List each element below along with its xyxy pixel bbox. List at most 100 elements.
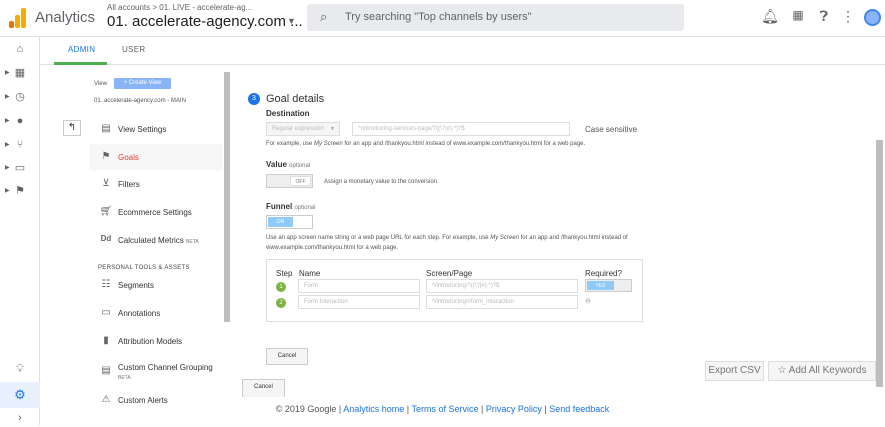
- flag-icon: ⚑: [101, 151, 111, 162]
- sidebar-item-label: Attribution Models: [118, 337, 183, 346]
- dd-icon: Dd: [100, 234, 112, 243]
- bell-icon[interactable]: 🔔︎: [761, 8, 779, 25]
- help-icon[interactable]: ❓︎: [815, 8, 833, 25]
- funnel-toggle[interactable]: ON: [266, 215, 313, 229]
- sidebar-item-filters[interactable]: ⊻ Filters: [90, 171, 222, 197]
- sidebar-item-label: Custom Channel Grouping: [118, 363, 213, 372]
- footer-link-feedback[interactable]: Send feedback: [549, 404, 609, 414]
- search-bar[interactable]: ⌕ Try searching "Top channels by users": [307, 4, 684, 31]
- clock-icon[interactable]: ▶ ◷: [5, 88, 32, 106]
- lightbulb-icon[interactable]: 💡︎: [8, 360, 32, 378]
- sidebar-scrollbar[interactable]: [224, 72, 230, 322]
- account-avatar[interactable]: [864, 9, 881, 26]
- match-type-select[interactable]: Regular expression ▼: [266, 122, 340, 136]
- account-selector[interactable]: 01. accelerate-agency.com ...: [107, 13, 303, 30]
- more-vert-icon[interactable]: ⋮: [839, 8, 857, 25]
- add-all-keywords-button[interactable]: ☆ Add All Keywords: [768, 361, 876, 381]
- create-view-button[interactable]: + Create View: [114, 78, 171, 89]
- sidebar-item-label: View Settings: [118, 125, 167, 134]
- footer: © 2019 Google | Analytics home | Terms o…: [275, 404, 610, 414]
- column-header-screen: Screen/Page: [426, 269, 473, 278]
- cancel-goal-details-button[interactable]: Cancel: [266, 348, 308, 365]
- home-icon[interactable]: ⌂: [8, 40, 32, 58]
- required-toggle[interactable]: YES: [585, 279, 632, 292]
- funnel-step-screen-input[interactable]: ^/introducing/#form_interaction: [426, 295, 578, 309]
- sidebar-item-label: Goals: [118, 153, 139, 162]
- behavior-icon[interactable]: ▶ ▭: [5, 159, 32, 177]
- destination-input[interactable]: ^/introducing-services-page/?((\?|#).*)?…: [352, 122, 570, 136]
- document-icon: ▤: [101, 123, 111, 134]
- caret-down-icon[interactable]: ▼: [287, 16, 296, 26]
- sidebar-item-ecommerce[interactable]: 🛒︎ Ecommerce Settings: [90, 199, 222, 225]
- funnel-step-number: 1: [276, 282, 286, 292]
- cart-icon: 🛒︎: [99, 206, 113, 217]
- acquisition-icon[interactable]: ▶ ⑂: [5, 136, 32, 154]
- filter-icon: ⊻: [102, 178, 110, 189]
- annotation-icon: ▭: [101, 307, 111, 318]
- back-arrow-icon[interactable]: ↰: [63, 120, 81, 136]
- case-sensitive-label[interactable]: Case sensitive: [585, 125, 637, 134]
- value-toggle[interactable]: OFF: [266, 174, 313, 188]
- toggle-state: OFF: [290, 176, 311, 186]
- sidebar-item-custom-alerts[interactable]: ⚠ Custom Alerts: [90, 390, 222, 404]
- expand-caret-icon: ▶: [5, 94, 10, 100]
- person-icon[interactable]: ▶ ●: [5, 112, 32, 130]
- dashboard-icon[interactable]: ▶ ▦: [5, 64, 32, 82]
- funnel-label-text: Funnel: [266, 202, 293, 211]
- sidebar-item-label: Segments: [118, 281, 155, 290]
- tab-user[interactable]: USER: [122, 45, 145, 54]
- value-help: Assign a monetary value to the conversio…: [324, 179, 439, 185]
- value-label: Value optional: [266, 160, 310, 169]
- toggle-state: ON: [268, 217, 293, 227]
- sidebar-item-goals[interactable]: ⚑ Goals: [90, 144, 222, 170]
- column-header-required: Required?: [585, 269, 622, 278]
- breadcrumb[interactable]: All accounts > 01. LIVE - accelerate-ag.…: [107, 3, 252, 12]
- funnel-label: Funnel optional: [266, 202, 315, 211]
- column-header-step: Step: [276, 269, 293, 278]
- view-label: View: [94, 81, 107, 87]
- sidebar-item-label: Ecommerce Settings: [118, 208, 192, 217]
- sidebar-item-label: Annotations: [118, 309, 161, 318]
- view-column: View + Create View 01. accelerate-agency…: [63, 72, 230, 404]
- app-name: Analytics: [35, 9, 96, 26]
- funnel-help-emphasis: My Screen: [490, 235, 519, 241]
- sidebar-item-channel-grouping[interactable]: ▤ Custom Channel Grouping BETA: [90, 358, 222, 388]
- main-scrollbar[interactable]: [876, 140, 883, 387]
- view-selector[interactable]: 01. accelerate-agency.com - MAIN: [94, 98, 186, 104]
- conversions-flag-icon[interactable]: ▶ ⚑: [5, 182, 32, 200]
- gear-icon: ⚙: [14, 387, 26, 402]
- active-tab-indicator: [54, 62, 107, 65]
- section-title: PERSONAL TOOLS & ASSETS: [98, 265, 190, 271]
- copyright: © 2019 Google |: [275, 404, 344, 414]
- sidebar-item-label: Custom Alerts: [118, 396, 168, 404]
- search-placeholder: Try searching "Top channels by users": [345, 11, 532, 23]
- footer-link-analytics-home[interactable]: Analytics home: [343, 404, 404, 414]
- funnel-step-name-input[interactable]: Form Interaction: [298, 295, 420, 309]
- footer-link-privacy[interactable]: Privacy Policy: [486, 404, 542, 414]
- value-label-text: Value: [266, 160, 287, 169]
- cancel-button[interactable]: Cancel: [242, 379, 285, 397]
- sidebar-item-text: Custom Channel Grouping BETA: [118, 363, 213, 381]
- funnel-help: Use an app screen name string or a web p…: [266, 233, 646, 253]
- apps-grid-icon[interactable]: ▦: [789, 8, 807, 22]
- funnel-step-name-input[interactable]: Form: [298, 279, 420, 293]
- sidebar-item-attribution[interactable]: ▮ Attribution Models: [90, 328, 222, 354]
- goal-details-title: Goal details: [266, 93, 325, 105]
- tab-admin[interactable]: ADMIN: [68, 45, 95, 54]
- analytics-logo-icon[interactable]: [9, 8, 26, 28]
- sidebar-item-calculated-metrics[interactable]: Dd Calculated Metrics BETA: [90, 227, 222, 253]
- toggle-state: YES: [587, 281, 614, 290]
- sidebar-item-segments[interactable]: ☷ Segments: [90, 272, 222, 298]
- optional-tag: optional: [294, 205, 316, 211]
- export-csv-button[interactable]: Export CSV: [705, 361, 764, 381]
- footer-link-terms[interactable]: Terms of Service: [411, 404, 478, 414]
- search-icon: ⌕: [320, 9, 328, 24]
- sidebar-item-annotations[interactable]: ▭ Annotations: [90, 300, 222, 326]
- funnel-step-screen-input[interactable]: ^/introducing/?((\?|#).*)?$: [426, 279, 578, 293]
- expand-caret-icon: ▶: [5, 118, 10, 124]
- top-bar: Analytics All accounts > 01. LIVE - acce…: [0, 0, 885, 37]
- funnel-help-prefix: Use an app screen name string or a web p…: [266, 235, 491, 241]
- remove-step-icon[interactable]: ⊖: [585, 297, 591, 305]
- expand-caret-icon: ▶: [5, 188, 10, 194]
- sidebar-item-view-settings[interactable]: ▤ View Settings: [90, 116, 222, 142]
